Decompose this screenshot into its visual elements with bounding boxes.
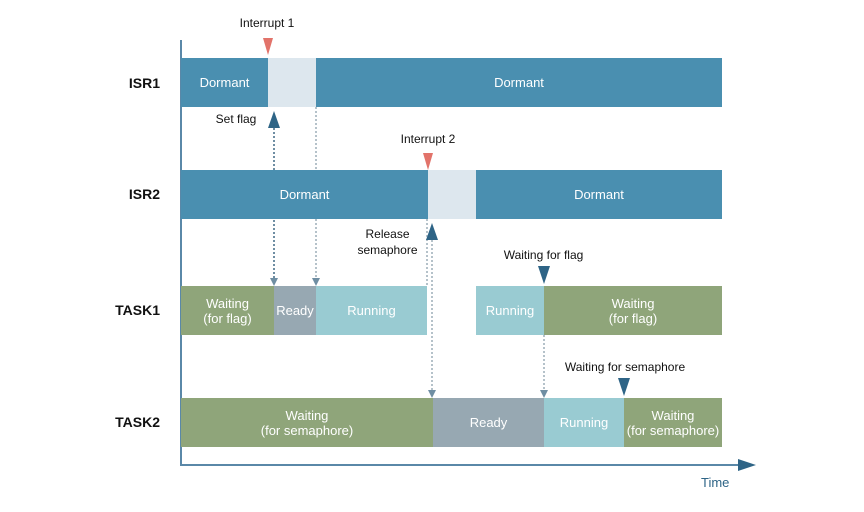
time-axis-arrow-icon <box>738 459 756 471</box>
segment-label: Running <box>559 415 609 430</box>
segment-label: Dormant <box>279 187 330 202</box>
segment-label: Waiting (for flag) <box>203 295 252 326</box>
interrupt-2-label: Interrupt 2 <box>400 132 456 146</box>
task1-segment-running: Running <box>316 286 427 335</box>
row-label-task1: TASK1 <box>115 302 160 318</box>
task1-segment-ready: Ready <box>274 286 316 335</box>
row-label-isr1: ISR1 <box>128 75 160 91</box>
isr1-segment-dormant: Dormant <box>181 58 268 107</box>
isr1-segment-active <box>268 58 316 107</box>
segment-label: Running <box>485 303 535 318</box>
task2-segment-running: Running <box>544 398 624 447</box>
task2-segment-ready: Ready <box>433 398 544 447</box>
interrupt-1-marker-icon <box>263 38 273 55</box>
set-flag-arrowhead-icon <box>270 278 278 286</box>
isr2-segment-dormant: Dormant <box>181 170 428 219</box>
segment-label: Waiting (for flag) <box>608 295 658 326</box>
segment-label: Waiting (for semaphore) <box>626 407 720 438</box>
interrupt-2-marker-icon <box>423 153 433 170</box>
segment-label: Ready <box>276 303 314 318</box>
segment-label: Running <box>347 303 396 318</box>
time-axis-label: Time <box>701 475 730 490</box>
segment-label: Dormant <box>199 75 250 90</box>
waiting-for-flag-marker-icon <box>538 266 550 284</box>
task2-segment-waiting: Waiting (for semaphore) <box>181 398 433 447</box>
task1-segment-running: Running <box>476 286 544 335</box>
row-label-task2: TASK2 <box>115 414 160 430</box>
isr2-segment-dormant: Dormant <box>476 170 722 219</box>
isr2-segment-active <box>428 170 476 219</box>
task2-segment-waiting: Waiting (for semaphore) <box>624 398 722 447</box>
task1-segment-waiting: Waiting (for flag) <box>181 286 274 335</box>
segment-label: Ready <box>469 415 508 430</box>
waiting-for-semaphore-label: Waiting for semaphore <box>564 360 686 374</box>
interrupt-1-label: Interrupt 1 <box>239 16 295 30</box>
set-flag-label: Set flag <box>215 112 257 126</box>
isr1-segment-dormant: Dormant <box>316 58 722 107</box>
segment-label: Waiting (for semaphore) <box>260 407 354 438</box>
release-semaphore-label: Release semaphore <box>357 227 418 257</box>
task1-segment-waiting: Waiting (for flag) <box>544 286 722 335</box>
segment-label: Dormant <box>494 75 544 90</box>
row-label-isr2: ISR2 <box>128 186 160 202</box>
set-flag-marker-icon <box>268 111 280 128</box>
task1-yield-arrowhead-icon <box>540 390 548 398</box>
waiting-for-flag-label: Waiting for flag <box>503 248 584 262</box>
isr1-return-arrowhead-icon <box>312 278 320 286</box>
waiting-for-semaphore-marker-icon <box>618 378 630 396</box>
release-semaphore-arrowhead-icon <box>428 390 436 398</box>
segment-label: Dormant <box>574 187 624 202</box>
